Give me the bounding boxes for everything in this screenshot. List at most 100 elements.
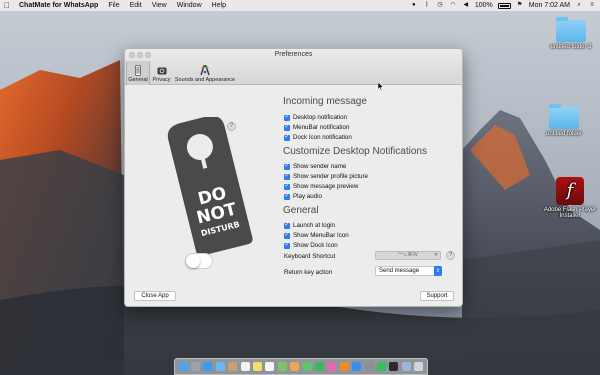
messages-dock-icon[interactable]	[302, 362, 312, 371]
keyboard-shortcut-field[interactable]: ^⌥⌘W ✕	[375, 251, 441, 260]
downloads-dock-icon[interactable]	[401, 362, 411, 371]
desktop-icon-label: Adobe Flash Player Installer	[543, 207, 597, 219]
checkbox-checked-icon	[284, 172, 290, 180]
title-bar: Preferences General Privacy Sounds and A…	[125, 49, 462, 85]
contacts-dock-icon[interactable]	[228, 362, 238, 371]
incoming-message-heading: Incoming message	[283, 96, 367, 107]
menu-file[interactable]: File	[103, 2, 124, 9]
flash-installer-icon: f	[556, 177, 584, 205]
menu-app-name[interactable]: ChatMate for WhatsApp	[14, 2, 103, 9]
itunes-dock-icon[interactable]	[327, 362, 337, 371]
mouse-pointer-icon	[378, 82, 384, 91]
checkbox-checked-icon	[284, 123, 290, 131]
photos-dock-icon[interactable]	[290, 362, 300, 371]
app-store-dock-icon[interactable]	[352, 362, 362, 371]
checkbox-label: Show sender name	[293, 163, 347, 170]
general-heading: General	[283, 205, 319, 216]
checkbox-launch-at-login[interactable]: Launch at login	[284, 221, 335, 229]
desktop-icon-flash-installer[interactable]: f Adobe Flash Player Installer	[540, 177, 600, 219]
support-button[interactable]: Support	[420, 291, 454, 301]
tab-general[interactable]: General	[126, 61, 150, 85]
checkbox-label: Show Dock Icon	[293, 242, 338, 249]
dock	[174, 358, 428, 375]
checkbox-label: Dock Icon notification	[293, 134, 352, 141]
maps-dock-icon[interactable]	[277, 362, 287, 371]
bluetooth-icon[interactable]: ᛒ	[423, 2, 431, 9]
apple-icon[interactable]: 	[0, 1, 14, 10]
checkbox-label: Show message preview	[293, 183, 359, 190]
tab-label: Sounds and Appearance	[174, 77, 236, 83]
checkbox-show-sender-name[interactable]: Show sender name	[284, 162, 347, 170]
checkbox-label: Launch at login	[293, 222, 335, 229]
whatsapp-dock-icon[interactable]	[376, 362, 386, 371]
clock[interactable]: Mon 7:02 AM	[529, 2, 570, 9]
checkbox-menubar-notification[interactable]: MenuBar notification	[284, 123, 349, 131]
desktop-icon-label: untitled folder	[545, 131, 583, 137]
reminders-dock-icon[interactable]	[265, 362, 275, 371]
menu-edit[interactable]: Edit	[125, 2, 147, 9]
launchpad-dock-icon[interactable]	[191, 362, 201, 371]
shortcut-help-button[interactable]: ?	[446, 251, 455, 260]
checkbox-checked-icon	[284, 113, 290, 121]
return-key-action-label: Return key action	[284, 269, 333, 276]
palette-icon	[200, 65, 210, 76]
chat-status-icon[interactable]: ●	[410, 2, 418, 9]
tab-sounds-and-appearance[interactable]: Sounds and Appearance	[173, 61, 237, 85]
ibooks-dock-icon[interactable]	[339, 362, 349, 371]
menu-window[interactable]: Window	[172, 2, 207, 9]
keyboard-shortcut-label: Keyboard Shortcut	[284, 253, 336, 260]
desktop-icon-untitled-folder[interactable]: untitled folder	[534, 104, 594, 137]
window-title: Preferences	[274, 51, 313, 58]
checkbox-checked-icon	[284, 162, 290, 170]
terminal-dock-icon[interactable]	[389, 362, 399, 371]
checkbox-show-menubar-icon[interactable]: Show MenuBar Icon	[284, 231, 349, 239]
system-preferences-dock-icon[interactable]	[364, 362, 374, 371]
checkbox-checked-icon	[284, 133, 290, 141]
time-machine-icon[interactable]: ◷	[436, 2, 444, 9]
notes-dock-icon[interactable]	[253, 362, 263, 371]
clear-shortcut-icon[interactable]: ✕	[433, 253, 439, 258]
spotlight-icon[interactable]: ⌕	[575, 2, 583, 9]
checkbox-dock-icon-notification[interactable]: Dock Icon notification	[284, 133, 352, 141]
tab-privacy[interactable]: Privacy	[151, 61, 172, 85]
dnd-help-button[interactable]: ?	[227, 122, 236, 131]
checkbox-checked-icon	[284, 241, 290, 249]
dnd-toggle[interactable]	[185, 253, 213, 269]
checkbox-show-dock-icon[interactable]: Show Dock Icon	[284, 241, 338, 249]
safari-dock-icon[interactable]	[203, 362, 213, 371]
flag-icon[interactable]: ⚑	[516, 2, 524, 9]
checkbox-label: Play audio	[293, 193, 322, 200]
wifi-icon[interactable]: ◠	[449, 2, 457, 9]
menu-help[interactable]: Help	[207, 2, 231, 9]
checkbox-desktop-notification[interactable]: Desktop notification	[284, 113, 347, 121]
menu-view[interactable]: View	[147, 2, 172, 9]
notification-center-icon[interactable]: ≡	[588, 2, 596, 9]
facetime-dock-icon[interactable]	[314, 362, 324, 371]
checkbox-checked-icon	[284, 192, 290, 200]
checkbox-show-message-preview[interactable]: Show message preview	[284, 182, 359, 190]
desktop-icon-untitled-folder-2[interactable]: untitled folder 2	[541, 17, 600, 50]
finder-dock-icon[interactable]	[178, 362, 188, 371]
checkbox-show-sender-profile-picture[interactable]: Show sender profile picture	[284, 172, 368, 180]
tab-label: General	[128, 77, 148, 83]
checkbox-play-audio[interactable]: Play audio	[284, 192, 322, 200]
return-key-action-select[interactable]: Send message ⇕	[375, 266, 442, 276]
desktop-icon-label: untitled folder 2	[550, 44, 592, 50]
checkbox-checked-icon	[284, 221, 290, 229]
volume-icon[interactable]: ◀	[462, 2, 470, 9]
battery-percent: 100%	[474, 2, 493, 9]
toggle-knob	[186, 254, 200, 268]
menu-bar:  ChatMate for WhatsApp File Edit View W…	[0, 0, 600, 11]
phone-icon	[135, 65, 141, 76]
battery-icon[interactable]	[497, 2, 511, 9]
trash-dock-icon[interactable]	[414, 362, 424, 371]
return-key-selected-value: Send message	[379, 268, 420, 274]
customize-notifications-heading: Customize Desktop Notifications	[283, 146, 427, 157]
chevron-up-down-icon: ⇕	[434, 266, 442, 276]
mail-dock-icon[interactable]	[215, 362, 225, 371]
camera-icon	[157, 67, 166, 75]
close-app-button[interactable]: Close App	[134, 291, 176, 301]
calendar-dock-icon[interactable]	[240, 362, 250, 371]
checkbox-checked-icon	[284, 231, 290, 239]
shortcut-value: ^⌥⌘W	[398, 252, 418, 258]
